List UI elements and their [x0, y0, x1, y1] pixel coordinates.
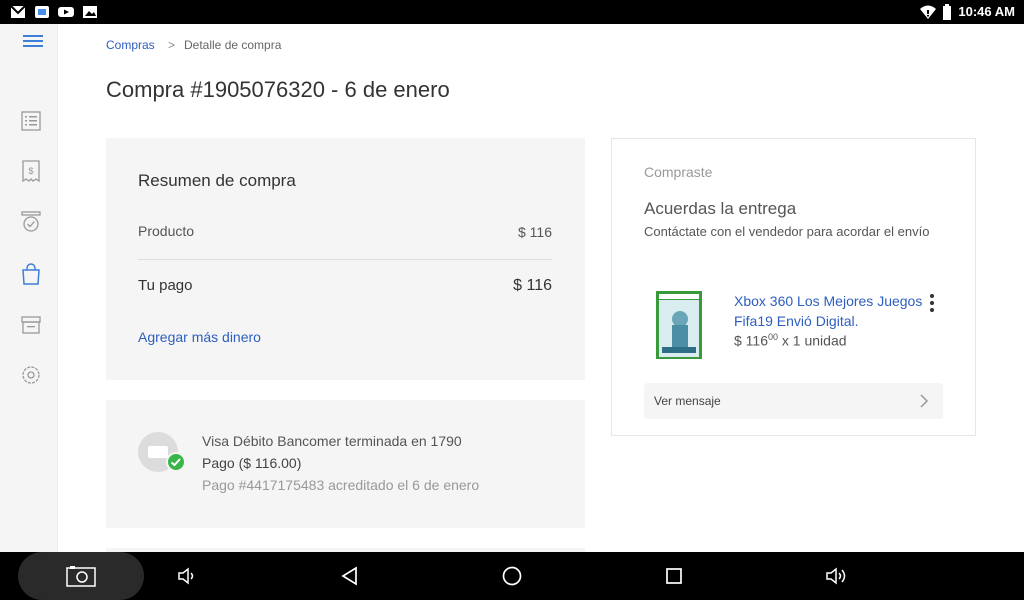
divider — [138, 259, 552, 260]
chevron-right-icon — [920, 394, 929, 408]
summary-title: Resumen de compra — [138, 171, 296, 190]
screenshot-icon — [66, 566, 96, 587]
payment-label: Tu pago — [138, 277, 193, 294]
volume-up-icon[interactable] — [824, 564, 848, 588]
more-options-icon[interactable] — [928, 293, 936, 313]
badge-icon[interactable] — [19, 210, 43, 234]
view-message-button[interactable]: Ver mensaje — [644, 383, 943, 419]
recents-icon[interactable] — [662, 564, 686, 588]
product-thumbnail[interactable] — [656, 291, 702, 359]
breadcrumb-link-compras[interactable]: Compras — [106, 38, 155, 52]
purchased-item-card: Compraste Acuerdas la entrega Contáctate… — [611, 138, 976, 436]
svg-text:$: $ — [28, 166, 33, 176]
store-icon[interactable] — [19, 313, 43, 337]
sidebar: $ — [0, 24, 58, 552]
maps-icon — [35, 6, 49, 18]
receipt-icon[interactable]: $ — [19, 159, 43, 183]
view-message-label: Ver mensaje — [654, 394, 721, 408]
purchased-label: Compraste — [644, 164, 713, 180]
payment-method-card: Visa Débito Bancomer terminada en 1790 P… — [106, 400, 585, 528]
wifi-icon — [920, 5, 936, 19]
menu-icon[interactable] — [21, 29, 45, 53]
status-bar: 10:46 AM — [0, 0, 1024, 24]
gmail-icon — [10, 5, 26, 18]
battery-icon — [943, 4, 951, 20]
gallery-icon — [83, 6, 97, 18]
check-icon — [166, 452, 186, 472]
delivery-heading: Acuerdas la entrega — [644, 199, 797, 218]
back-icon[interactable] — [338, 564, 362, 588]
product-price: $ 11600 x 1 unidad — [734, 332, 847, 349]
main-content: Compras > Detalle de compra Compra #1905… — [58, 24, 1024, 552]
card-description: Visa Débito Bancomer terminada en 1790 — [202, 433, 462, 449]
payment-detail: Pago #4417175483 acreditado el 6 de ener… — [202, 477, 480, 493]
payment-value: $ 116 — [513, 277, 552, 294]
system-nav-bar — [0, 552, 1024, 600]
settings-icon[interactable] — [19, 363, 43, 387]
add-money-link[interactable]: Agregar más dinero — [138, 329, 261, 345]
list-icon[interactable] — [19, 109, 43, 133]
breadcrumb-separator: > — [168, 38, 176, 52]
payment-amount: Pago ($ 116.00) — [202, 455, 302, 471]
volume-down-icon[interactable] — [176, 564, 200, 588]
youtube-icon — [58, 7, 74, 17]
page-title: Compra #1905076320 - 6 de enero — [106, 77, 450, 102]
breadcrumb-current: Detalle de compra — [184, 38, 282, 52]
delivery-description: Contáctate con el vendedor para acordar … — [644, 224, 930, 239]
home-icon[interactable] — [500, 564, 524, 588]
purchase-summary-card: Resumen de compra Producto $ 116 Tu pago… — [106, 138, 585, 380]
product-title-link[interactable]: Xbox 360 Los Mejores Juegos Fifa19 Envió… — [734, 291, 924, 331]
product-value: $ 116 — [518, 224, 552, 240]
product-label: Producto — [138, 223, 195, 239]
shopping-bag-icon[interactable] — [19, 262, 43, 286]
clock: 10:46 AM — [958, 4, 1015, 19]
